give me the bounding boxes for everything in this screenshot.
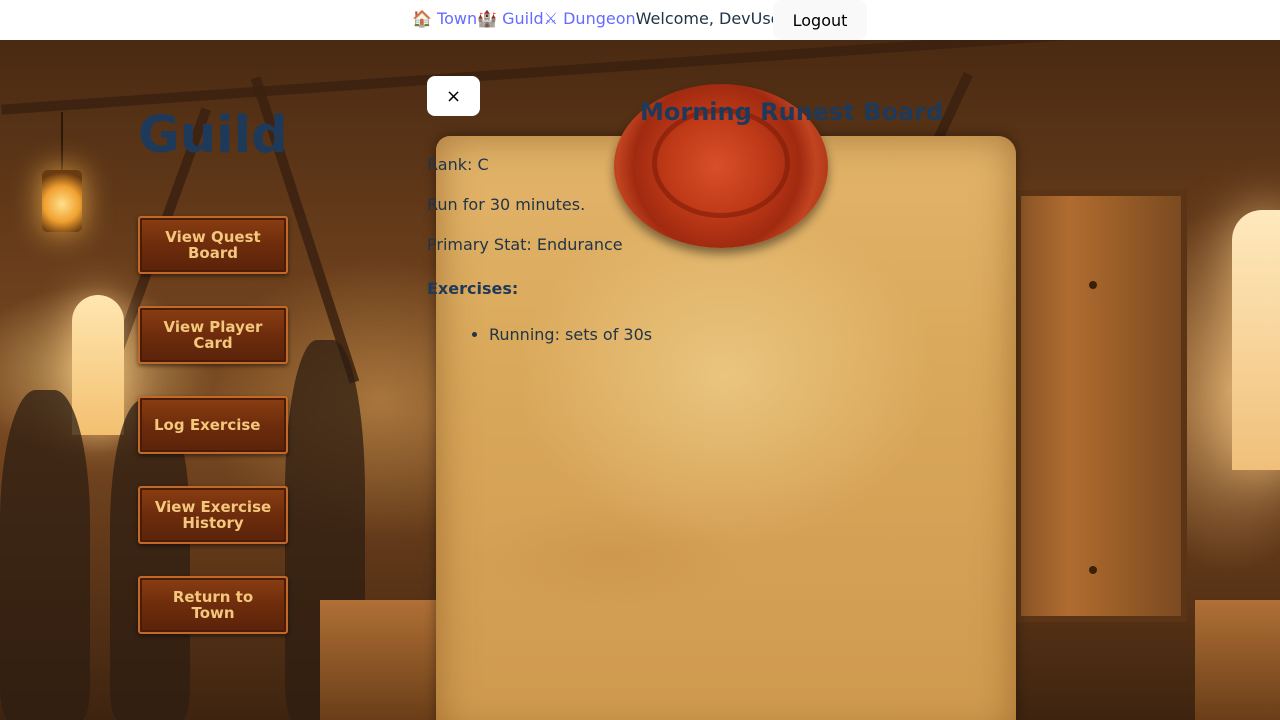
top-nav: 🏠 Town🏰 Guild⚔ DungeonWelcome, DevUser! …: [0, 0, 1280, 40]
lantern-icon: [42, 170, 82, 232]
view-player-card-button[interactable]: View Player Card: [138, 306, 288, 364]
quest-description: Run for 30 minutes.: [427, 195, 586, 214]
welcome-text: Welcome, DevUser!: [635, 9, 794, 28]
page-title: Guild: [138, 106, 288, 165]
logout-button[interactable]: Logout: [773, 0, 867, 40]
nav-guild-link[interactable]: 🏰 Guild: [477, 9, 544, 28]
log-exercise-button[interactable]: Log Exercise: [138, 396, 288, 454]
view-exercise-history-button[interactable]: View Exercise History: [138, 486, 288, 544]
door-stud: [1089, 281, 1097, 289]
arched-window: [72, 295, 124, 435]
tavern-patron: [0, 390, 90, 720]
nav-town-link[interactable]: 🏠 Town: [412, 9, 477, 28]
nav-dungeon-link[interactable]: ⚔ Dungeon: [544, 9, 636, 28]
quest-primary-stat: Primary Stat: Endurance: [427, 235, 623, 254]
nav-links: 🏠 Town🏰 Guild⚔ DungeonWelcome, DevUser!: [412, 9, 794, 28]
exercises-heading: Exercises:: [427, 279, 519, 298]
return-to-town-button[interactable]: Return to Town: [138, 576, 288, 634]
lantern-chain: [61, 112, 63, 170]
exercise-list: Running: sets of 30s: [467, 325, 652, 344]
list-item: Running: sets of 30s: [489, 325, 652, 344]
close-button[interactable]: ×: [427, 76, 480, 116]
view-quest-board-button[interactable]: View Quest Board: [138, 216, 288, 274]
quest-rank: Rank: C: [427, 155, 489, 174]
tavern-table: [1195, 600, 1280, 720]
door-stud: [1089, 566, 1097, 574]
quest-title: Morning Runest Board: [640, 98, 944, 126]
arched-window: [1232, 210, 1280, 470]
wooden-door: [1015, 190, 1187, 622]
